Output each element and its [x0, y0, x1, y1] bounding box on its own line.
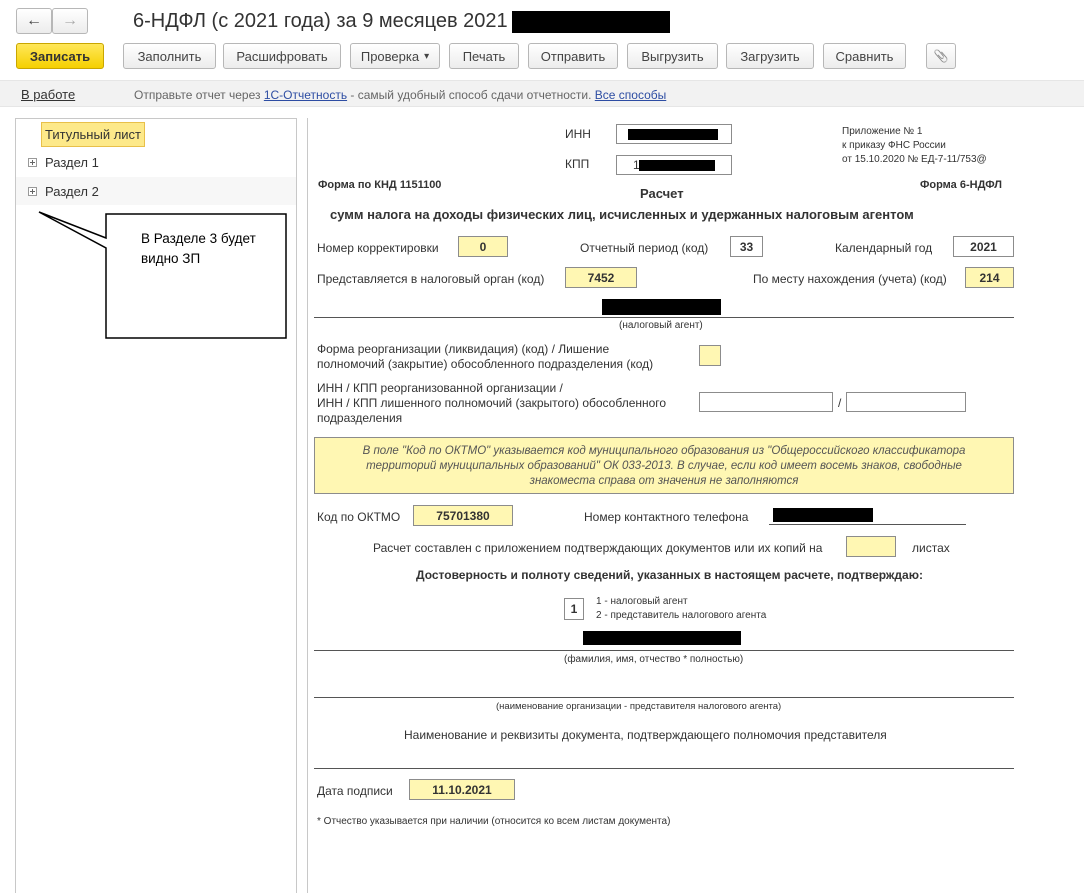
appendix-line-3: от 15.10.2020 № ЕД-7-11/753@ [842, 154, 987, 165]
attach-button[interactable]: 📎 [926, 43, 956, 69]
kpp-label: КПП [565, 157, 590, 171]
redacted-phone [773, 508, 873, 522]
rep-org-underline [314, 697, 1014, 698]
location-field[interactable]: 214 [965, 267, 1014, 288]
agent-caption: (налоговый агент) [619, 320, 703, 331]
correction-field[interactable]: 0 [458, 236, 508, 257]
form-title-line-2: сумм налога на доходы физических лиц, ис… [330, 207, 914, 222]
forward-button[interactable]: → [52, 8, 88, 34]
redacted-title-part [512, 11, 670, 33]
signer-option-2: 2 - представитель налогового агента [596, 610, 767, 621]
arrow-right-icon: → [62, 12, 78, 29]
note-line-1: В поле "Код по ОКТМО" указывается код му… [362, 445, 966, 457]
compare-button[interactable]: Сравнить [823, 43, 906, 69]
reorg-inn-line-2: ИНН / КПП лишенного полномочий (закрытог… [317, 396, 667, 410]
phone-label: Номер контактного телефона [584, 510, 749, 524]
sidebar-item-label: Раздел 1 [45, 154, 99, 170]
info-text-after: - самый удобный способ сдачи отчетности. [347, 88, 595, 102]
export-button[interactable]: Выгрузить [627, 43, 718, 69]
agent-underline [314, 317, 1014, 318]
fio-underline [314, 650, 1014, 651]
signer-option-1: 1 - налоговый агент [596, 596, 688, 607]
paperclip-icon: 📎 [933, 49, 949, 63]
period-field[interactable]: 33 [730, 236, 763, 257]
location-label: По месту нахождения (учета) (код) [753, 272, 947, 286]
footnote: * Отчество указывается при наличии (отно… [317, 816, 671, 827]
reorg-label-line-1: Форма реорганизации (ликвидация) (код) /… [317, 342, 610, 356]
redacted-inn [628, 129, 718, 140]
appendix-line-2: к приказу ФНС России [842, 140, 946, 151]
form-name: Форма 6-НДФЛ [920, 179, 1002, 191]
note-line-3: знакоместа справа от значения не заполня… [529, 475, 799, 487]
check-dropdown-button[interactable]: Проверка ▾ [350, 43, 440, 69]
oktmo-label: Код по ОКТМО [317, 510, 401, 524]
expand-icon[interactable] [28, 157, 37, 167]
arrow-left-icon: ← [26, 12, 42, 29]
service-link[interactable]: 1С-Отчетность [264, 88, 347, 102]
redacted-agent-name [602, 299, 721, 315]
phone-underline [769, 524, 966, 525]
chevron-down-icon: ▾ [424, 50, 430, 62]
save-button[interactable]: Записать [16, 43, 104, 69]
send-button[interactable]: Отправить [528, 43, 618, 69]
callout-text: В Разделе 3 будет видно ЗП [141, 231, 256, 266]
reorg-form-field[interactable] [699, 345, 721, 366]
form-title-line-1: Расчет [640, 186, 684, 201]
reorg-inn-line-3: подразделения [317, 411, 403, 425]
sidebar-item-label: Титульный лист [41, 121, 146, 147]
inn-label: ИНН [565, 127, 591, 141]
window-title: 6-НДФЛ (с 2021 года) за 9 месяцев 2021 г… [133, 10, 524, 32]
tax-authority-label: Представляется в налоговый орган (код) [317, 272, 545, 286]
confirm-text: Достоверность и полноту сведений, указан… [416, 568, 923, 582]
rep-doc-underline [314, 768, 1014, 769]
sign-date-field[interactable]: 11.10.2021 [409, 779, 515, 800]
note-line-2: территорий муниципальных образований" ОК… [366, 460, 962, 472]
pages-field[interactable] [846, 536, 896, 557]
knd-label: Форма по КНД 1151100 [318, 179, 442, 191]
kpp-field[interactable]: 1 [616, 155, 732, 175]
expand-icon[interactable] [28, 186, 37, 196]
redacted-signer-name [583, 631, 741, 645]
sidebar-item-section-1[interactable]: Раздел 1 [16, 148, 296, 176]
print-button[interactable]: Печать [449, 43, 519, 69]
reorg-slash: / [838, 396, 842, 410]
sidebar-item-label: Раздел 2 [45, 183, 99, 199]
import-button[interactable]: Загрузить [726, 43, 814, 69]
pages-suffix: листах [912, 541, 950, 555]
sign-date-label: Дата подписи [317, 784, 393, 798]
info-text-before: Отправьте отчет через [134, 88, 264, 102]
signer-field[interactable]: 1 [564, 598, 584, 620]
oktmo-field[interactable]: 75701380 [413, 505, 513, 526]
sidebar-item-title-page[interactable]: Титульный лист [16, 120, 296, 148]
reorg-label-line-2: полномочий (закрытие) обособленного подр… [317, 357, 654, 371]
pages-label: Расчет составлен с приложением подтвержд… [373, 541, 823, 555]
correction-label: Номер корректировки [317, 241, 439, 255]
reorg-inn-line-1: ИНН / КПП реорганизованной организации / [317, 381, 563, 395]
callout-bubble [38, 211, 287, 339]
sidebar-item-section-2[interactable]: Раздел 2 [16, 177, 296, 205]
inn-field[interactable] [616, 124, 732, 144]
appendix-line-1: Приложение № 1 [842, 126, 923, 137]
info-bar: В работе Отправьте отчет через 1С-Отчетн… [0, 80, 1084, 107]
fio-caption: (фамилия, имя, отчество * полностью) [564, 654, 744, 665]
check-label: Проверка [360, 48, 420, 64]
year-field[interactable]: 2021 [953, 236, 1014, 257]
status-link[interactable]: В работе [21, 87, 75, 102]
info-text: Отправьте отчет через 1С-Отчетность - са… [134, 88, 666, 102]
year-label: Календарный год [835, 241, 933, 255]
rep-doc-text: Наименование и реквизиты документа, подт… [404, 728, 887, 742]
reorg-kpp-field[interactable] [846, 392, 966, 412]
rep-org-caption: (наименование организации - представител… [496, 701, 782, 712]
reorg-inn-field[interactable] [699, 392, 833, 412]
tax-authority-field[interactable]: 7452 [565, 267, 637, 288]
oktmo-hint-note: В поле "Код по ОКТМО" указывается код му… [314, 437, 1014, 494]
all-methods-link[interactable]: Все способы [595, 88, 667, 102]
fill-button[interactable]: Заполнить [123, 43, 216, 69]
back-button[interactable]: ← [16, 8, 52, 34]
decode-button[interactable]: Расшифровать [223, 43, 341, 69]
redacted-kpp [639, 160, 715, 171]
period-label: Отчетный период (код) [580, 241, 709, 255]
